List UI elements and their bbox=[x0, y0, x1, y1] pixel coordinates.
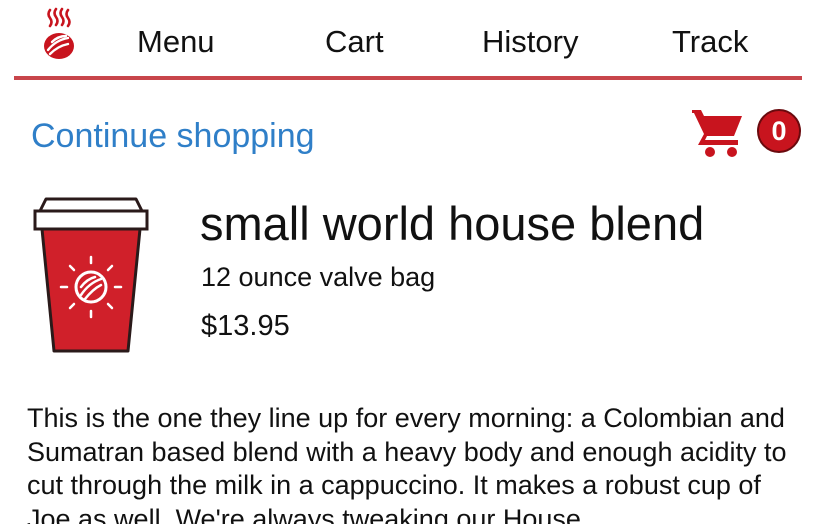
top-nav: Menu Cart History Track bbox=[14, 0, 802, 80]
shopping-cart-icon[interactable] bbox=[690, 104, 746, 158]
nav-history[interactable]: History bbox=[482, 22, 578, 62]
product-price: $13.95 bbox=[201, 310, 290, 342]
nav-cart[interactable]: Cart bbox=[325, 22, 384, 62]
red-coffee-cup-icon bbox=[33, 197, 149, 353]
steaming-coffee-logo-icon[interactable] bbox=[38, 6, 78, 62]
nav-track[interactable]: Track bbox=[672, 22, 748, 62]
page: Menu Cart History Track Continue shoppin… bbox=[0, 0, 818, 524]
product-description: This is the one they line up for every m… bbox=[27, 403, 787, 524]
nav-menu[interactable]: Menu bbox=[137, 22, 215, 62]
product-size: 12 ounce valve bag bbox=[201, 262, 436, 292]
product-name: small world house blend bbox=[200, 197, 705, 250]
continue-shopping-link[interactable]: Continue shopping bbox=[31, 114, 315, 158]
cart-count-badge[interactable]: 0 bbox=[757, 109, 801, 153]
